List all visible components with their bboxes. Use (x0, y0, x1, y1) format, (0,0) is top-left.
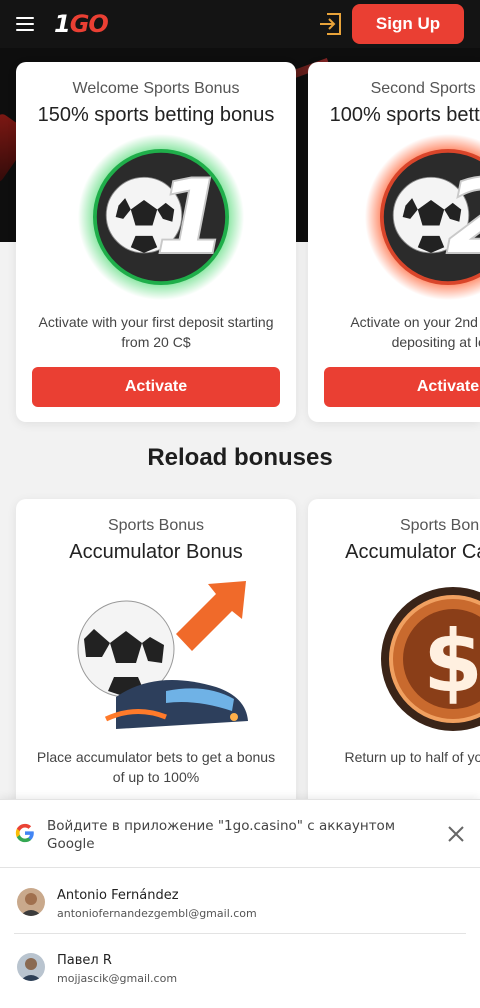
avatar (17, 953, 45, 981)
logo-part-2: GO (69, 10, 109, 38)
card-description: Activate with your first deposit startin… (38, 314, 274, 350)
card-description: Place accumulator bets to get a bonus of… (36, 749, 276, 785)
card-subtitle: Sports Bonus (399, 517, 480, 534)
google-account-item[interactable]: Antonio Fernández antoniofernandezgembl@… (0, 870, 480, 934)
close-icon[interactable] (444, 822, 468, 846)
google-sign-in-sheet: Войдите в приложение "1go.casino" с акка… (0, 799, 480, 1008)
card-title: 100% sports betting bonus (329, 104, 480, 126)
account-name: Павел R (57, 953, 112, 968)
card-title: 150% sports betting bonus (37, 104, 275, 126)
account-email: mojjascik@gmail.com (57, 972, 178, 985)
card-description: Activate on your 2nd deposit by depositi… (350, 314, 480, 350)
soccer-ball-number-one-icon: 1 (77, 133, 245, 301)
google-logo-icon (15, 823, 34, 843)
second-bonus-card[interactable]: Second Sports Bonus 100% sports betting … (308, 62, 480, 422)
svg-text:2: 2 (446, 158, 480, 278)
ball-with-arrow-train-icon (77, 581, 248, 729)
activate-button[interactable]: Activate (32, 367, 280, 407)
card-title: Accumulator Bonus (69, 541, 243, 563)
activate-button[interactable]: Activate (324, 367, 480, 407)
card-title: Accumulator Cashback (345, 541, 480, 563)
google-sign-in-prompt: Войдите в приложение "1go.casino" с акка… (47, 818, 396, 852)
soccer-ball-number-two-icon: 2 (364, 133, 480, 301)
dollar-coin-icon: $ (381, 587, 480, 731)
divider (0, 867, 480, 868)
google-account-item[interactable]: Павел R mojjascik@gmail.com (0, 935, 480, 999)
welcome-bonus-card[interactable]: Welcome Sports Bonus 150% sports betting… (16, 62, 296, 422)
svg-text:1: 1 (155, 158, 227, 278)
avatar (17, 888, 45, 916)
divider (14, 933, 466, 934)
card-subtitle: Second Sports Bonus (370, 80, 480, 97)
hamburger-menu-icon[interactable] (16, 16, 36, 32)
brand-logo[interactable]: 1GO (54, 10, 109, 38)
card-description: Return up to half of your bet back (344, 749, 480, 765)
card-subtitle: Welcome Sports Bonus (72, 80, 240, 97)
account-name: Antonio Fernández (57, 888, 179, 903)
sign-up-button[interactable]: Sign Up (352, 4, 464, 44)
card-subtitle: Sports Bonus (107, 517, 205, 534)
accumulator-cashback-card[interactable]: Sports Bonus Accumulator Cashback $ Retu… (308, 499, 480, 819)
login-icon[interactable] (318, 11, 344, 37)
logo-part-1: 1 (54, 10, 71, 38)
top-header: 1GO Sign Up (0, 0, 480, 48)
svg-text:$: $ (423, 612, 480, 712)
accumulator-bonus-card[interactable]: Sports Bonus Accumulator Bonus Place acc… (16, 499, 296, 819)
reload-bonuses-heading: Reload bonuses (147, 444, 333, 471)
account-email: antoniofernandezgembl@gmail.com (57, 907, 257, 920)
